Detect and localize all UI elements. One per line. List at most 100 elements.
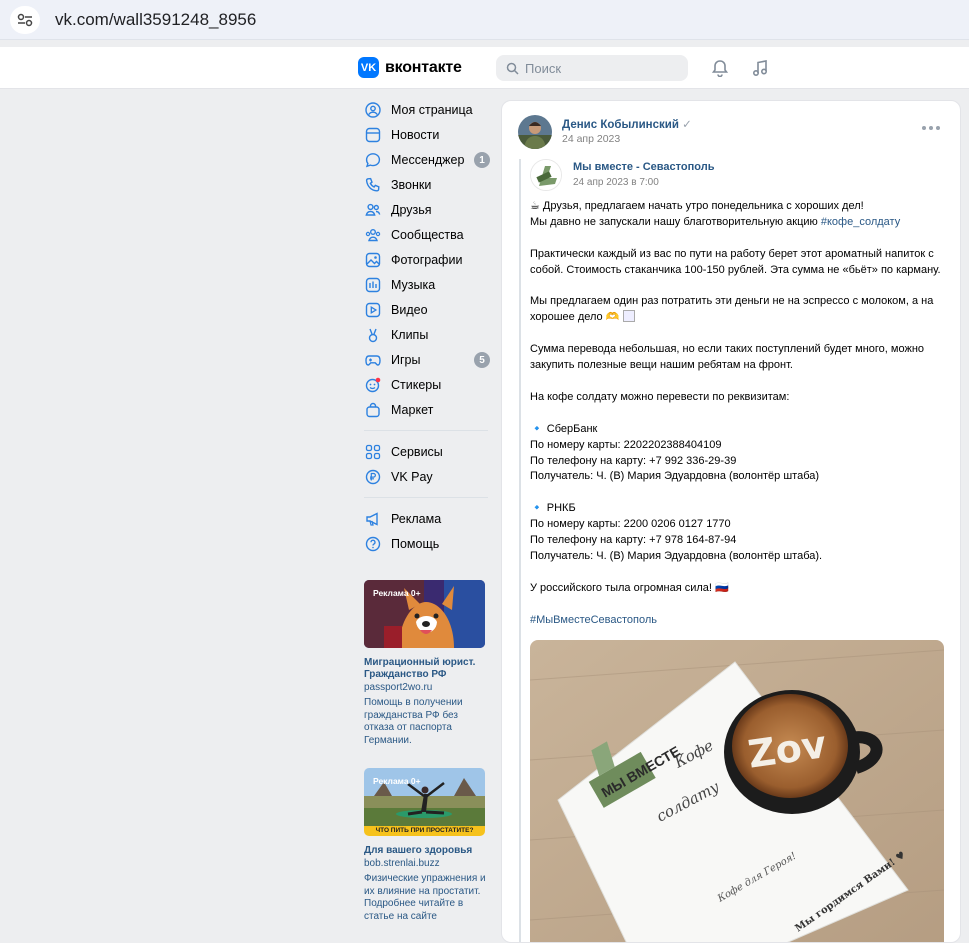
post-paragraph-text: Мы предлагаем один раз потратить эти ден…	[530, 295, 937, 324]
author-name-text: Денис Кобылинский	[562, 119, 679, 131]
nav-label: Клипы	[391, 327, 429, 342]
repost-date[interactable]: 24 апр 2023 в 7:00	[573, 177, 659, 188]
nav-clips[interactable]: Клипы	[362, 322, 492, 347]
nav-stickers[interactable]: Стикеры	[362, 372, 492, 397]
nav-help[interactable]: Помощь	[362, 531, 492, 556]
repost-group-name[interactable]: Мы вместе - Севастополь	[573, 161, 714, 173]
nav-ads[interactable]: Реклама	[362, 506, 492, 531]
verified-check-icon: ✓	[682, 119, 692, 131]
ad-block[interactable]: Реклама 0+ ЧТО ПИТЬ ПРИ ПРОСТАТИТЕ? Для …	[364, 768, 486, 923]
bank-card: По номеру карты: 2200 0206 0127 1770	[530, 518, 731, 531]
vkpay-icon	[364, 468, 382, 486]
nav-label: Маркет	[391, 402, 434, 417]
hashtag-link[interactable]: #МыВместеСевастополь	[530, 613, 948, 629]
nav-games[interactable]: Игры 5	[362, 347, 492, 372]
ad-description[interactable]: Физические упражнения и их влияние на пр…	[364, 873, 486, 923]
vk-logo-mark: VK	[358, 57, 379, 78]
bank-card: По номеру карты: 2202202388404109	[530, 438, 722, 451]
nav-market[interactable]: Маркет	[362, 397, 492, 422]
search-input[interactable]	[525, 60, 675, 76]
nav-messenger[interactable]: Мессенджер 1	[362, 147, 492, 172]
nav-label: Видео	[391, 302, 428, 317]
group-avatar[interactable]	[530, 159, 562, 191]
nav-label: Сервисы	[391, 444, 443, 459]
post-line: Мы давно не запускали нашу благотворител…	[530, 215, 948, 231]
nav-label: Стикеры	[391, 377, 442, 392]
site-settings-icon[interactable]	[10, 6, 40, 34]
nav-services[interactable]: Сервисы	[362, 439, 492, 464]
nav-label: Звонки	[391, 177, 432, 192]
post-line-text: Мы давно не запускали нашу благотворител…	[530, 215, 821, 228]
repost-line	[519, 159, 521, 942]
nav-music[interactable]: Музыка	[362, 272, 492, 297]
vk-logo[interactable]: VK вконтакте	[358, 57, 462, 78]
nav-label: Музыка	[391, 277, 436, 292]
bank-phone: По телефону на карту: +7 992 336-29-39	[530, 454, 737, 467]
ad-domain[interactable]: passport2wo.ru	[364, 682, 486, 694]
games-icon	[364, 351, 382, 369]
ad-label: Реклама 0+	[373, 588, 421, 598]
nav-label: Помощь	[391, 536, 440, 551]
nav-label: Сообщества	[391, 227, 464, 242]
message-icon	[364, 151, 382, 169]
post-card: Денис Кобылинский ✓ 24 апр 2023 Мы вмест…	[501, 100, 961, 943]
nav-photos[interactable]: Фотографии	[362, 247, 492, 272]
broken-image-icon	[622, 310, 635, 323]
help-icon	[364, 535, 382, 553]
ad-description[interactable]: Помощь в получении гражданства РФ без от…	[364, 697, 486, 747]
search-box[interactable]	[496, 55, 688, 81]
nav-label: Друзья	[391, 202, 432, 217]
ad-title[interactable]: Миграционный юрист. Гражданство РФ	[364, 657, 486, 681]
market-icon	[364, 401, 382, 419]
nav-news[interactable]: Новости	[362, 122, 492, 147]
games-badge: 5	[474, 352, 490, 368]
nav-label: Игры	[391, 352, 421, 367]
bank-recipient: Получатель: Ч. (В) Мария Эдуардовна (вол…	[530, 549, 823, 562]
phone-icon	[364, 176, 382, 194]
music-nav-icon	[364, 276, 382, 294]
post-paragraph: На кофе солдату можно перевести по рекви…	[530, 390, 790, 403]
ad-block[interactable]: Реклама 0+ Миграционный юрист. Гражданст…	[364, 580, 486, 747]
nav-my-page[interactable]: Моя страница	[362, 97, 492, 122]
url-text[interactable]: vk.com/wall3591248_8956	[55, 10, 256, 30]
post-paragraph: Сумма перевода небольшая, но если таких …	[530, 343, 928, 372]
bank-phone: По телефону на карту: +7 978 164-87-94	[530, 534, 737, 547]
ad-label: Реклама 0+	[373, 776, 421, 786]
nav-vkpay[interactable]: VK Pay	[362, 464, 492, 489]
post-date[interactable]: 24 апр 2023	[562, 133, 620, 145]
nav-label: Моя страница	[391, 102, 473, 117]
ad-image-corgi[interactable]: Реклама 0+	[364, 580, 485, 648]
nav-calls[interactable]: Звонки	[362, 172, 492, 197]
ad-image-exercise[interactable]: Реклама 0+ ЧТО ПИТЬ ПРИ ПРОСТАТИТЕ?	[364, 768, 485, 836]
photo-icon	[364, 251, 382, 269]
stickers-icon	[364, 376, 382, 394]
bell-icon[interactable]	[709, 57, 731, 79]
megaphone-icon	[364, 510, 382, 528]
nav-label: Новости	[391, 127, 440, 142]
post-text: ☕ Друзья, предлагаем начать утро понедел…	[530, 199, 948, 628]
bank-recipient: Получатель: Ч. (В) Мария Эдуардовна (вол…	[530, 470, 820, 483]
nav-label: Мессенджер	[391, 152, 465, 167]
nav-friends[interactable]: Друзья	[362, 197, 492, 222]
more-options-icon[interactable]	[922, 123, 942, 133]
nav-communities[interactable]: Сообщества	[362, 222, 492, 247]
music-icon[interactable]	[749, 57, 771, 79]
post-paragraph: Мы предлагаем один раз потратить эти ден…	[530, 294, 948, 326]
ad-title[interactable]: Для вашего здоровья	[364, 845, 486, 857]
nav-label: Фотографии	[391, 252, 463, 267]
left-nav: Моя страница Новости Мессенджер 1 Звонки …	[362, 97, 492, 556]
nav-video[interactable]: Видео	[362, 297, 492, 322]
author-name[interactable]: Денис Кобылинский ✓	[562, 117, 692, 131]
post-paragraph: Практически каждый из вас по пути на раб…	[530, 247, 941, 276]
post-photo[interactable]: МЫ ВМЕСТЕ Кофе солдату Кофе для Героя! М…	[530, 640, 944, 942]
author-avatar[interactable]	[518, 115, 552, 149]
ad-image-caption: ЧТО ПИТЬ ПРИ ПРОСТАТИТЕ?	[375, 827, 474, 834]
search-icon	[506, 62, 519, 75]
hashtag-link[interactable]: #кофе_солдату	[821, 216, 900, 228]
post-paragraph: У российского тыла огромная сила! 🇷🇺	[530, 581, 729, 594]
video-icon	[364, 301, 382, 319]
browser-address-bar: vk.com/wall3591248_8956	[0, 0, 969, 40]
nav-divider	[364, 497, 488, 498]
ad-domain[interactable]: bob.strenlai.buzz	[364, 858, 486, 870]
friends-icon	[364, 201, 382, 219]
